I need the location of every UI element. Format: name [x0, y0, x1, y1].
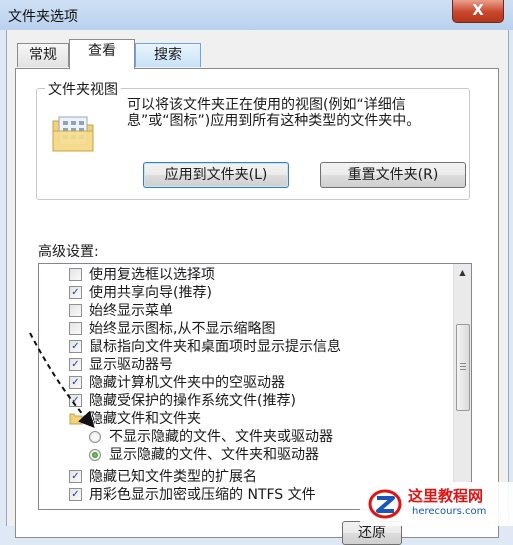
- annotation-arrow: [29, 332, 95, 428]
- watermark-url: herecours.com: [412, 506, 487, 517]
- watermark: 这里教程网 herecours.com: [360, 482, 513, 526]
- logo-icon: [368, 489, 402, 519]
- tab-view-label: 查看: [88, 43, 116, 59]
- watermark-title: 这里教程网: [408, 487, 484, 505]
- tab-view[interactable]: 查看: [69, 39, 135, 69]
- restore-defaults-label: 还原: [358, 525, 386, 541]
